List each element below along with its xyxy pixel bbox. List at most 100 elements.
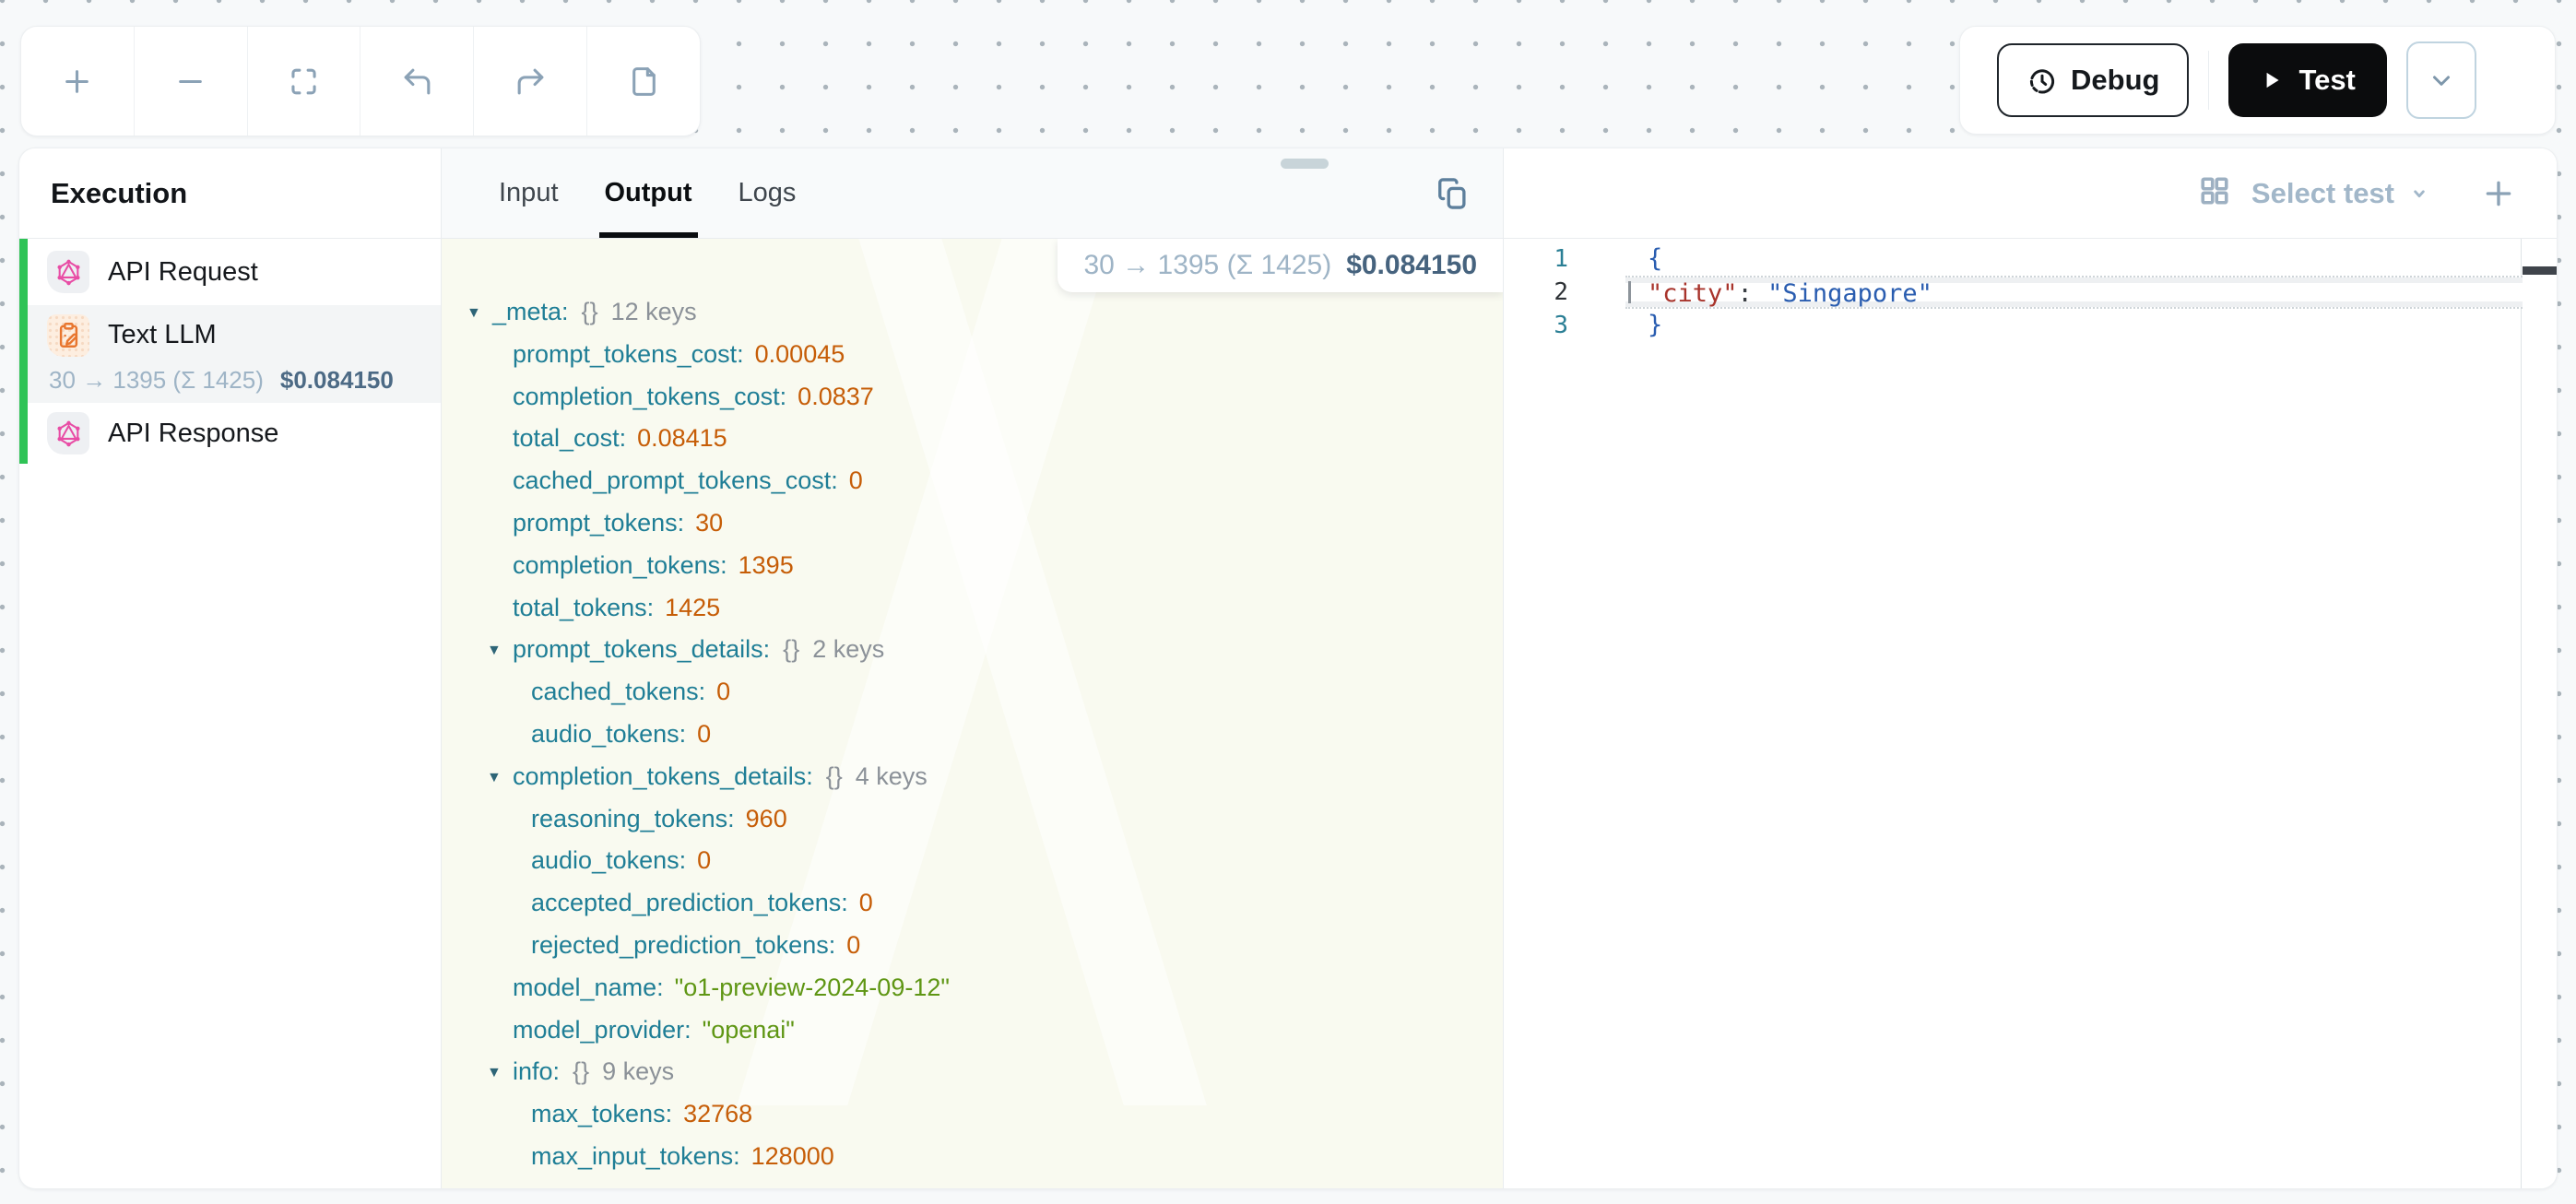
editor-line-1[interactable]: 1{ bbox=[1504, 242, 2557, 276]
tab-logs[interactable]: Logs bbox=[733, 148, 802, 238]
panel-resize-handle[interactable] bbox=[1281, 159, 1329, 169]
timer-icon bbox=[2027, 65, 2058, 96]
add-test-button[interactable] bbox=[2477, 172, 2520, 215]
json-tree-row: audio_tokens: 0 bbox=[442, 840, 1503, 882]
json-tree-row: ▼_meta:{}12 keys bbox=[442, 291, 1503, 334]
json-key: model_provider: bbox=[513, 1016, 691, 1044]
code-token: : bbox=[1738, 279, 1768, 308]
execution-step-api-request[interactable]: API Request bbox=[19, 239, 441, 305]
step-usage: 30 → 1395 (Σ 1425) $0.084150 bbox=[19, 366, 441, 395]
zoom-out-button[interactable] bbox=[134, 27, 247, 136]
code-token: } bbox=[1648, 311, 1662, 339]
select-test-dropdown[interactable]: Select test bbox=[2251, 177, 2431, 210]
tab-input[interactable]: Input bbox=[493, 148, 564, 238]
json-value: 0 bbox=[849, 466, 863, 494]
step-label: API Response bbox=[108, 419, 278, 449]
graphql-icon-box bbox=[47, 251, 89, 293]
test-options-button[interactable] bbox=[2406, 41, 2476, 119]
json-value: 0 bbox=[697, 846, 711, 874]
test-grid-icon bbox=[2198, 174, 2231, 212]
json-tree-row: max_tokens:32768 bbox=[442, 1093, 1503, 1136]
tab-output[interactable]: Output bbox=[599, 148, 698, 238]
json-key: _meta: bbox=[492, 298, 569, 325]
json-key: prompt_tokens: bbox=[513, 509, 684, 537]
json-tree-row: reasoning_tokens:960 bbox=[442, 798, 1503, 841]
io-tabs: Input Output Logs bbox=[493, 148, 836, 238]
json-key: max_input_tokens: bbox=[531, 1142, 740, 1170]
json-tree-row: max_input_tokens:128000 bbox=[442, 1136, 1503, 1178]
collapse-arrow-icon[interactable]: ▼ bbox=[467, 292, 492, 335]
graphql-icon bbox=[54, 419, 83, 448]
minus-icon bbox=[173, 65, 207, 99]
editor-line-2[interactable]: 2"city": "Singapore" bbox=[1504, 276, 2557, 309]
json-key: audio_tokens: bbox=[531, 846, 686, 874]
json-key: completion_tokens_cost: bbox=[513, 383, 786, 410]
json-value: 1395 bbox=[739, 551, 794, 579]
plus-icon bbox=[60, 65, 94, 99]
json-value: 1425 bbox=[665, 594, 720, 621]
json-key: prompt_tokens_details: bbox=[513, 635, 770, 663]
json-key: model_name: bbox=[513, 974, 664, 1001]
collapse-arrow-icon[interactable]: ▼ bbox=[487, 630, 513, 672]
json-key: total_tokens: bbox=[513, 594, 654, 621]
json-tree-row: model_name: "o1-preview-2024-09-12" bbox=[442, 967, 1503, 1009]
cost-value: $0.084150 bbox=[1346, 250, 1477, 281]
execution-success-bar bbox=[19, 239, 28, 464]
braces-icon: {} bbox=[826, 762, 843, 790]
json-tree-row: audio_tokens:0 bbox=[442, 714, 1503, 756]
json-value: 0.08415 bbox=[637, 424, 727, 452]
step-label: Text LLM bbox=[108, 320, 217, 350]
undo-button[interactable] bbox=[360, 27, 473, 136]
test-json-editor[interactable]: 1{2"city": "Singapore"3} bbox=[1504, 239, 2557, 1188]
json-key: prompt_tokens_cost: bbox=[513, 340, 744, 368]
json-value: "o1-preview-2024-09-12" bbox=[675, 974, 950, 1001]
json-tree-row: total_tokens: 1425 bbox=[442, 587, 1503, 630]
json-value: 960 bbox=[746, 805, 787, 832]
json-tree-row: ▼completion_tokens_details:{}4 keys bbox=[442, 756, 1503, 798]
json-value: 0 bbox=[846, 931, 860, 959]
debug-button[interactable]: Debug bbox=[1997, 43, 2189, 117]
line-number: 3 bbox=[1504, 309, 1568, 342]
execution-step-text-llm[interactable]: Text LLM 30 → 1395 (Σ 1425) $0.084150 bbox=[19, 305, 441, 403]
node-io-panel: Input Output Logs 30 → 1395 (Σ 1425) $0.08… bbox=[442, 148, 1504, 1188]
clipboard-pen-icon-box bbox=[47, 314, 89, 357]
json-value: 0 bbox=[697, 720, 711, 748]
editor-line-3[interactable]: 3} bbox=[1504, 309, 2557, 342]
braces-icon: {} bbox=[783, 635, 799, 663]
json-key: cached_prompt_tokens_cost: bbox=[513, 466, 838, 494]
step-label: API Request bbox=[108, 257, 258, 288]
json-key: total_cost: bbox=[513, 424, 626, 452]
json-key: rejected_prediction_tokens: bbox=[531, 931, 835, 959]
token-count: 30 → 1395 (Σ 1425) bbox=[1083, 250, 1331, 281]
json-tree-row: ▼prompt_tokens_details:{}2 keys bbox=[442, 629, 1503, 671]
app-root: { "toolbar": { "buttons": ["zoom-in", "z… bbox=[0, 0, 2576, 1204]
redo-icon bbox=[514, 65, 548, 99]
redo-button[interactable] bbox=[473, 27, 586, 136]
zoom-in-button[interactable] bbox=[21, 27, 134, 136]
execution-panel: Execution API Request Text LLM 30 → 1395… bbox=[18, 148, 2558, 1189]
io-tabs-bar: Input Output Logs bbox=[442, 148, 1503, 239]
execution-step-list: API Request Text LLM 30 → 1395 (Σ 1425) … bbox=[19, 239, 441, 464]
canvas-toolbar bbox=[20, 26, 701, 136]
test-header: Select test bbox=[1504, 148, 2557, 239]
json-key: info: bbox=[513, 1057, 560, 1085]
step-token-count: 30 → 1395 (Σ 1425) bbox=[49, 366, 264, 395]
collapse-arrow-icon[interactable]: ▼ bbox=[487, 1052, 513, 1094]
output-json-view[interactable]: 30 → 1395 (Σ 1425) $0.084150 ▼_meta:{}12… bbox=[442, 239, 1503, 1188]
fit-view-button[interactable] bbox=[247, 27, 360, 136]
test-button[interactable]: Test bbox=[2228, 43, 2386, 117]
json-value: 0 bbox=[859, 889, 873, 916]
test-input-panel: Select test 1{2"city": "Singapore"3} bbox=[1504, 148, 2557, 1188]
json-value: 0 bbox=[716, 678, 730, 705]
json-key: max_tokens: bbox=[531, 1100, 672, 1127]
json-tree-row: cached_prompt_tokens_cost: 0 bbox=[442, 460, 1503, 502]
add-note-button[interactable] bbox=[586, 27, 700, 136]
execution-step-api-response[interactable]: API Response bbox=[19, 403, 441, 464]
copy-output-button[interactable] bbox=[1433, 173, 1473, 214]
actions-divider bbox=[2208, 51, 2209, 110]
graphql-icon-box bbox=[47, 412, 89, 454]
json-value: 0.0837 bbox=[798, 383, 874, 410]
graphql-icon bbox=[54, 258, 83, 287]
json-key: completion_tokens_details: bbox=[513, 762, 813, 790]
collapse-arrow-icon[interactable]: ▼ bbox=[487, 757, 513, 799]
